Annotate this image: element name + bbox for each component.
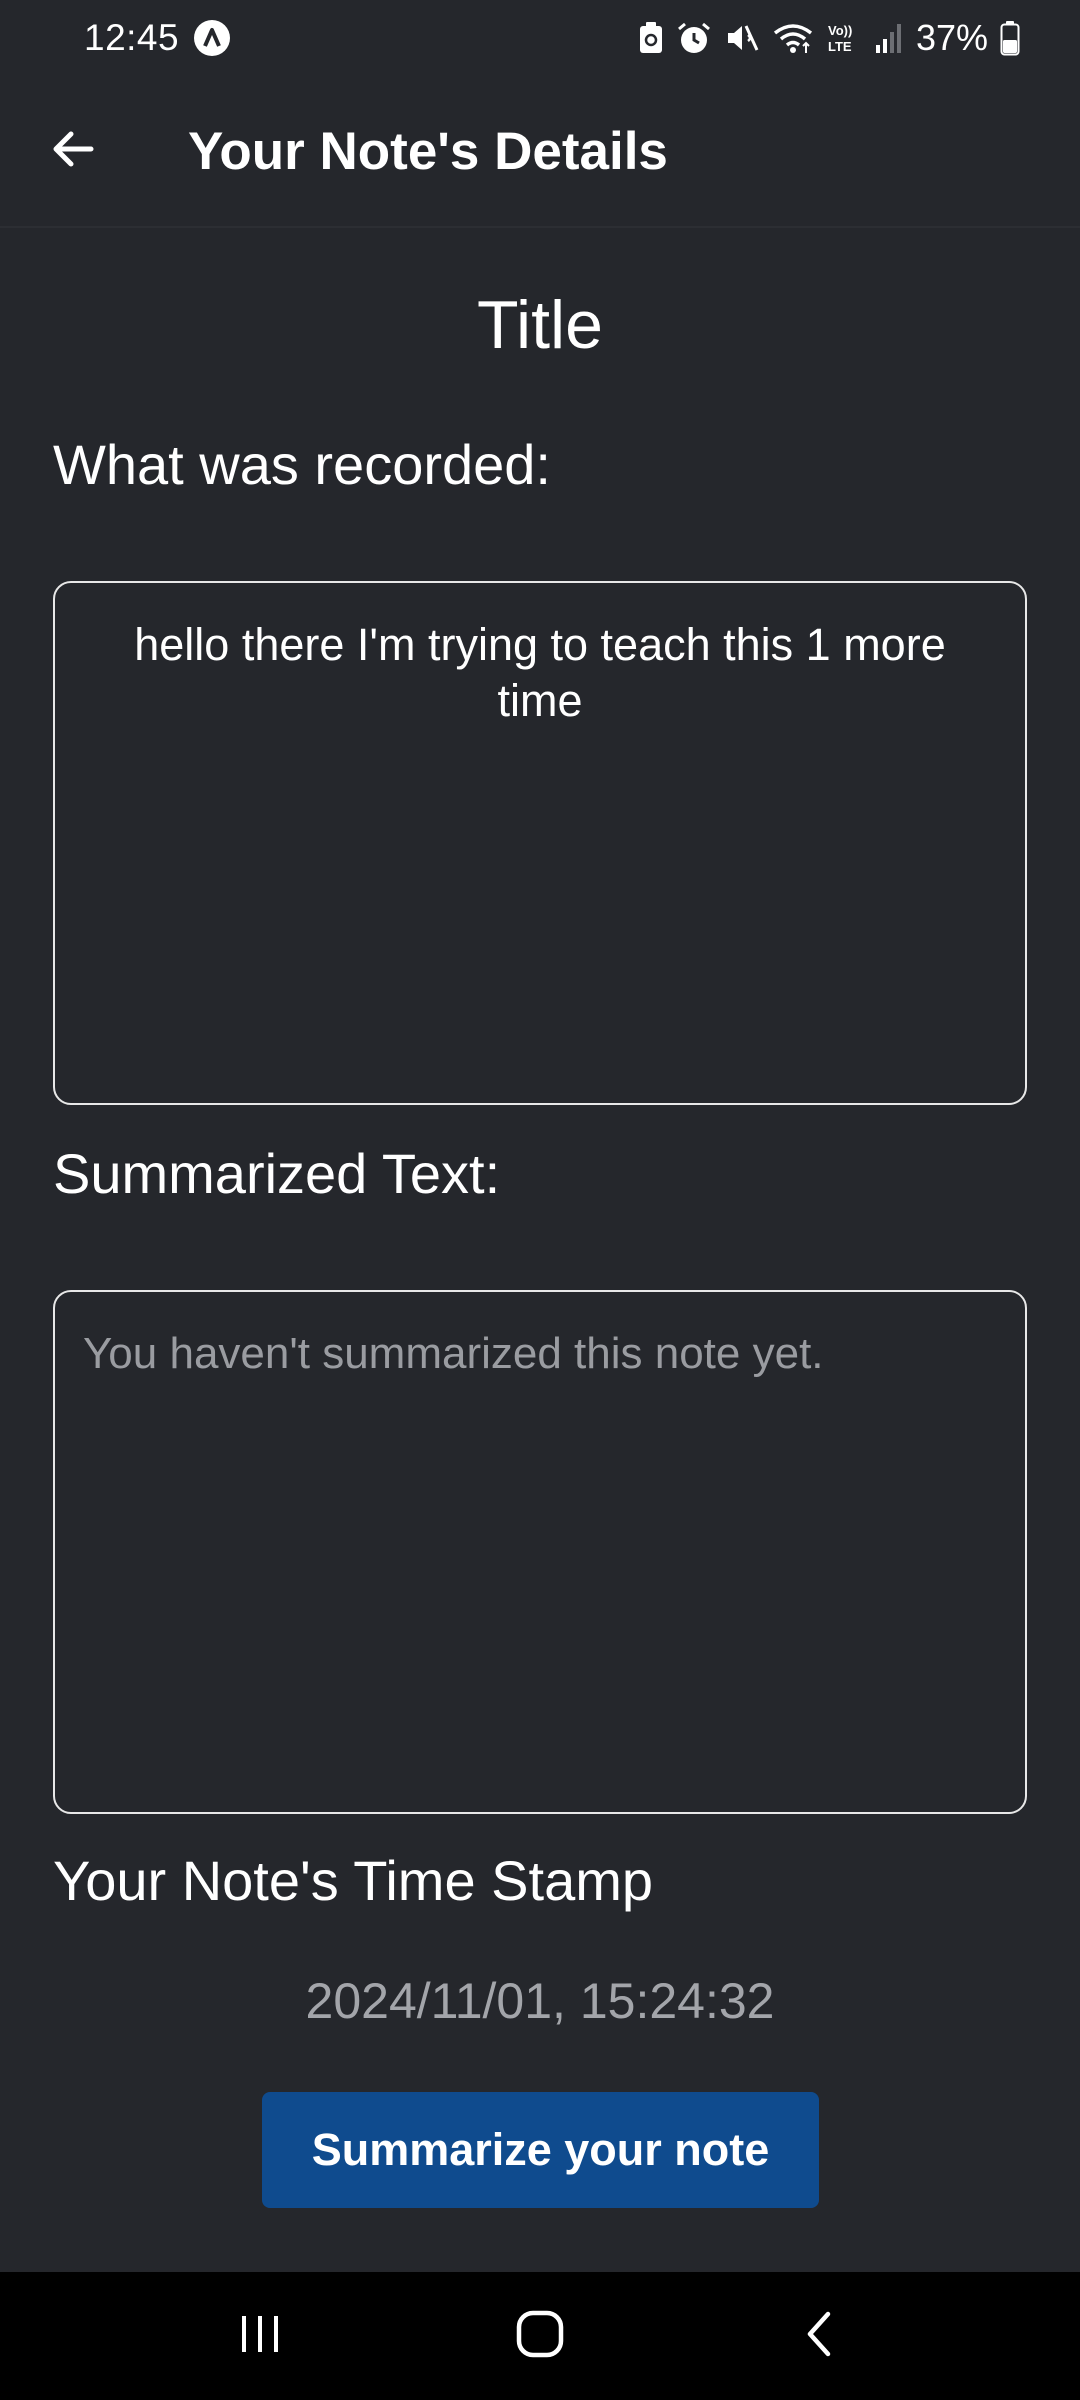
summary-label: Summarized Text:: [53, 1142, 501, 1205]
arrow-left-icon: [49, 125, 97, 178]
status-left: 12:45: [84, 17, 231, 59]
summary-placeholder: You haven't summarized this note yet.: [83, 1329, 824, 1378]
timestamp-label: Your Note's Time Stamp: [53, 1849, 654, 1912]
mute-icon: [724, 21, 760, 55]
wifi-icon: [772, 21, 814, 55]
summarize-button[interactable]: Summarize your note: [262, 2092, 819, 2208]
status-time: 12:45: [84, 17, 180, 58]
timestamp-value: 2024/11/01, 15:24:32: [305, 1973, 775, 2029]
note-title: Title: [477, 287, 603, 363]
status-bar: 12:45 Vo)) LTE 37%: [0, 0, 1080, 76]
app-notification-icon: [193, 19, 231, 57]
recorded-label: What was recorded:: [53, 433, 551, 496]
recent-apps-icon: [236, 2310, 284, 2363]
app-bar: Your Note's Details: [0, 76, 1080, 228]
recorded-text-box[interactable]: hello there I'm trying to teach this 1 m…: [53, 581, 1027, 1105]
recorded-text: hello there I'm trying to teach this 1 m…: [134, 619, 946, 726]
home-icon: [514, 2308, 566, 2365]
nav-back-button[interactable]: [760, 2286, 880, 2386]
back-icon: [796, 2308, 844, 2365]
battery-icon: [1000, 20, 1020, 56]
system-nav-bar: [0, 2272, 1080, 2400]
battery-saver-icon: [638, 21, 664, 55]
svg-text:LTE: LTE: [828, 39, 852, 54]
battery-percentage: 37%: [915, 17, 988, 58]
recent-apps-button[interactable]: [200, 2286, 320, 2386]
back-button[interactable]: [30, 108, 116, 194]
volte-icon: Vo)) LTE: [826, 21, 862, 55]
note-details-screen: 12:45 Vo)) LTE 37% Your Note's Details T…: [0, 0, 1080, 2400]
status-right: Vo)) LTE 37%: [638, 17, 1020, 59]
home-button[interactable]: [480, 2286, 600, 2386]
alarm-icon: [676, 21, 712, 55]
svg-text:Vo)): Vo)): [828, 23, 852, 38]
summary-text-box[interactable]: You haven't summarized this note yet.: [53, 1290, 1027, 1814]
signal-icon: [874, 21, 904, 55]
page-title: Your Note's Details: [188, 121, 668, 181]
